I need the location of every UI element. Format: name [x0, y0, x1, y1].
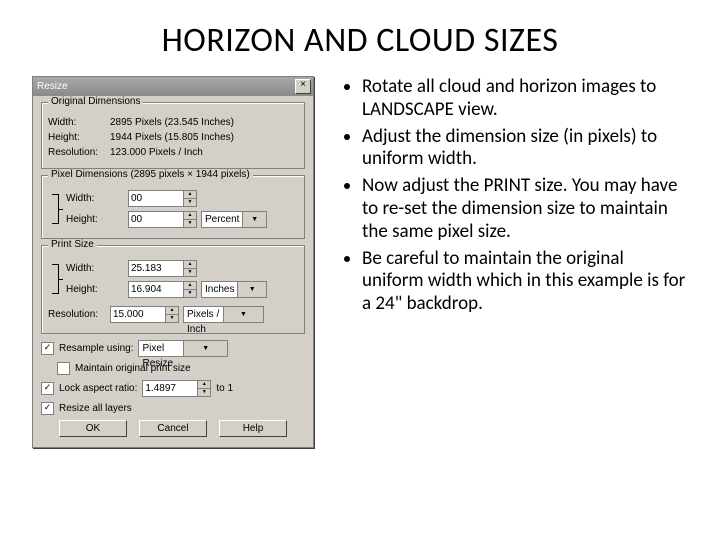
group-pixel-dimensions: Pixel Dimensions (2895 pixels × 1944 pix…	[41, 175, 305, 239]
chevron-down-icon[interactable]: ▼	[237, 282, 266, 297]
chevron-down-icon[interactable]: ▼	[166, 315, 178, 322]
label-lock-aspect: Lock aspect ratio:	[59, 383, 137, 394]
slide-content: Resize × Original Dimensions Width: 2895…	[0, 76, 720, 448]
chevron-down-icon[interactable]: ▼	[183, 341, 228, 356]
chevron-down-icon[interactable]: ▼	[184, 220, 196, 227]
resize-layers-checkbox[interactable]: ✓	[41, 402, 54, 415]
dialog-titlebar: Resize ×	[33, 77, 313, 96]
slide-title: HORIZON AND CLOUD SIZES	[0, 20, 720, 61]
chevron-down-icon[interactable]: ▼	[184, 290, 196, 297]
aspect-ratio-input[interactable]	[142, 380, 197, 397]
bullet-list: Rotate all cloud and horizon images to L…	[338, 76, 688, 316]
link-bracket	[48, 186, 62, 232]
maintain-print-checkbox[interactable]	[57, 362, 70, 375]
print-unit-value: Inches	[202, 282, 237, 297]
resize-dialog: Resize × Original Dimensions Width: 2895…	[32, 76, 314, 448]
label-maintain-print: Maintain original print size	[75, 363, 191, 374]
pixel-height-stepper[interactable]: ▲▼	[128, 211, 197, 228]
help-button[interactable]: Help	[219, 420, 287, 437]
list-item: Adjust the dimension size (in pixels) to…	[362, 126, 688, 172]
list-item: Be careful to maintain the original unif…	[362, 248, 688, 316]
label-resolution: Resolution:	[48, 309, 106, 320]
group-legend: Pixel Dimensions (2895 pixels × 1944 pix…	[48, 169, 253, 180]
group-legend: Print Size	[48, 239, 97, 250]
chevron-up-icon[interactable]: ▲	[184, 282, 196, 290]
print-resolution-input[interactable]	[110, 306, 165, 323]
pixel-width-stepper[interactable]: ▲▼	[128, 190, 197, 207]
aspect-ratio-stepper[interactable]: ▲▼	[142, 380, 211, 397]
cancel-button[interactable]: Cancel	[139, 420, 207, 437]
pixel-width-input[interactable]	[128, 190, 183, 207]
chevron-down-icon[interactable]: ▼	[223, 307, 263, 322]
chevron-down-icon[interactable]: ▼	[184, 269, 196, 276]
group-legend: Original Dimensions	[48, 96, 143, 107]
pixel-unit-combo[interactable]: Percent ▼	[201, 211, 267, 228]
value-original-resolution: 123.000 Pixels / Inch	[110, 147, 203, 158]
chevron-up-icon[interactable]: ▲	[184, 212, 196, 220]
value-original-height: 1944 Pixels (15.805 Inches)	[110, 132, 234, 143]
print-resolution-stepper[interactable]: ▲▼	[110, 306, 179, 323]
close-icon[interactable]: ×	[295, 79, 311, 94]
label-resolution: Resolution:	[48, 147, 106, 158]
print-unit-combo[interactable]: Inches ▼	[201, 281, 267, 298]
group-original-dimensions: Original Dimensions Width: 2895 Pixels (…	[41, 102, 305, 169]
resolution-unit-combo[interactable]: Pixels / Inch ▼	[183, 306, 264, 323]
chevron-down-icon[interactable]: ▼	[198, 389, 210, 396]
pixel-height-input[interactable]	[128, 211, 183, 228]
chevron-up-icon[interactable]: ▲	[184, 191, 196, 199]
label-width: Width:	[66, 263, 124, 274]
chevron-down-icon[interactable]: ▼	[242, 212, 266, 227]
group-print-size: Print Size Width: ▲▼ Height:	[41, 245, 305, 334]
bullet-column: Rotate all cloud and horizon images to L…	[338, 76, 688, 448]
dialog-title: Resize	[37, 81, 68, 92]
print-height-stepper[interactable]: ▲▼	[128, 281, 197, 298]
list-item: Now adjust the PRINT size. You may have …	[362, 175, 688, 243]
label-width: Width:	[48, 117, 106, 128]
chevron-down-icon[interactable]: ▼	[184, 199, 196, 206]
label-width: Width:	[66, 193, 124, 204]
chevron-up-icon[interactable]: ▲	[166, 307, 178, 315]
pixel-unit-value: Percent	[202, 212, 242, 227]
ok-button[interactable]: OK	[59, 420, 127, 437]
link-bracket	[48, 256, 62, 302]
lock-aspect-checkbox[interactable]: ✓	[41, 382, 54, 395]
label-resize-layers: Resize all layers	[59, 403, 132, 414]
label-aspect-to: to 1	[216, 383, 233, 394]
print-width-input[interactable]	[128, 260, 183, 277]
resolution-unit-value: Pixels / Inch	[184, 307, 223, 322]
print-height-input[interactable]	[128, 281, 183, 298]
resample-combo[interactable]: Pixel Resize ▼	[138, 340, 228, 357]
value-original-width: 2895 Pixels (23.545 Inches)	[110, 117, 234, 128]
print-width-stepper[interactable]: ▲▼	[128, 260, 197, 277]
label-height: Height:	[66, 214, 124, 225]
chevron-up-icon[interactable]: ▲	[184, 261, 196, 269]
label-resample: Resample using:	[59, 343, 133, 354]
label-height: Height:	[48, 132, 106, 143]
list-item: Rotate all cloud and horizon images to L…	[362, 76, 688, 122]
resample-checkbox[interactable]: ✓	[41, 342, 54, 355]
resample-value: Pixel Resize	[139, 341, 183, 356]
chevron-up-icon[interactable]: ▲	[198, 381, 210, 389]
label-height: Height:	[66, 284, 124, 295]
